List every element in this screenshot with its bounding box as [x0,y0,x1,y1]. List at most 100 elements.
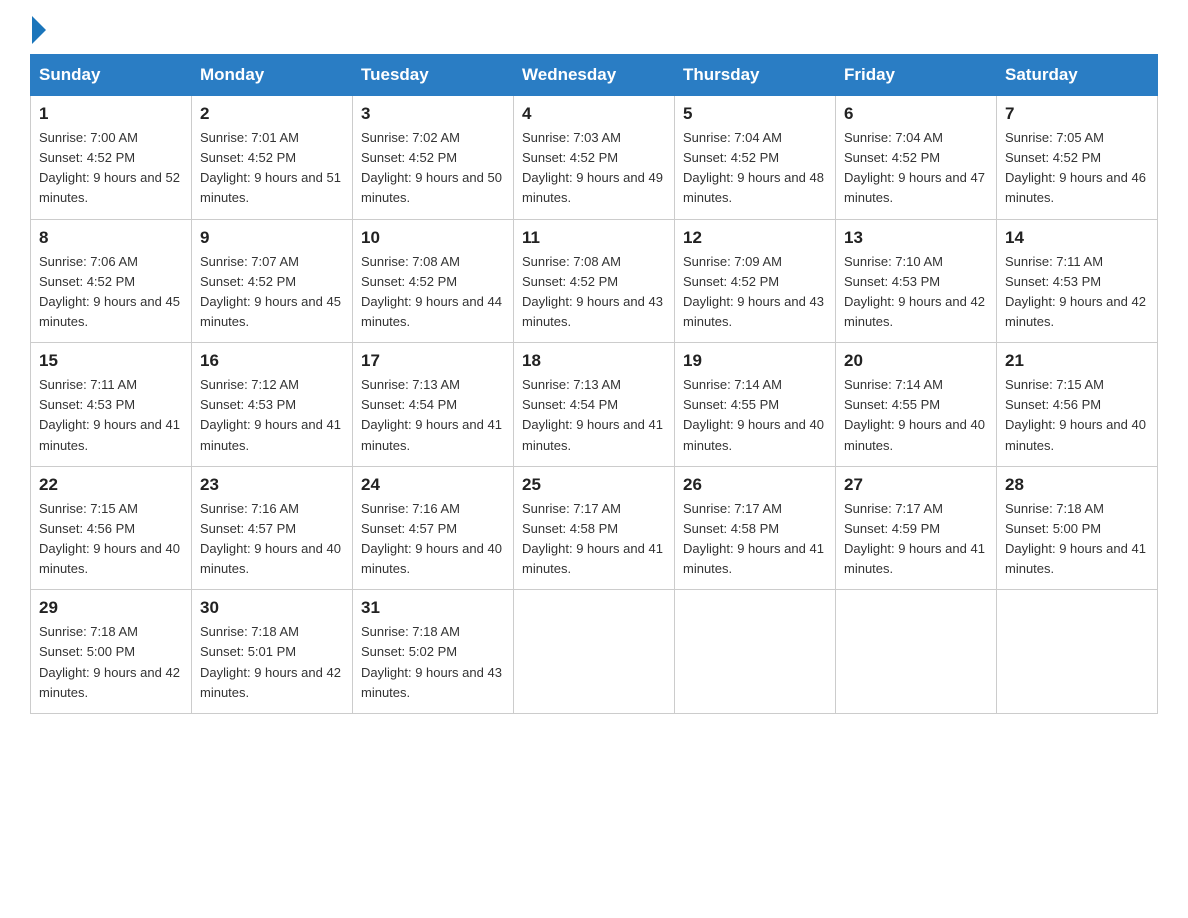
calendar-day-cell: 31 Sunrise: 7:18 AMSunset: 5:02 PMDaylig… [353,590,514,714]
page-header [30,20,1158,36]
day-number: 13 [844,228,988,248]
day-info: Sunrise: 7:18 AMSunset: 5:00 PMDaylight:… [1005,499,1149,580]
calendar-day-cell: 29 Sunrise: 7:18 AMSunset: 5:00 PMDaylig… [31,590,192,714]
weekday-header-row: SundayMondayTuesdayWednesdayThursdayFrid… [31,55,1158,96]
day-number: 29 [39,598,183,618]
weekday-header-monday: Monday [192,55,353,96]
calendar-day-cell: 30 Sunrise: 7:18 AMSunset: 5:01 PMDaylig… [192,590,353,714]
day-info: Sunrise: 7:16 AMSunset: 4:57 PMDaylight:… [361,499,505,580]
day-info: Sunrise: 7:06 AMSunset: 4:52 PMDaylight:… [39,252,183,333]
calendar-week-row: 22 Sunrise: 7:15 AMSunset: 4:56 PMDaylig… [31,466,1158,590]
day-number: 7 [1005,104,1149,124]
day-info: Sunrise: 7:07 AMSunset: 4:52 PMDaylight:… [200,252,344,333]
day-number: 22 [39,475,183,495]
calendar-day-cell: 21 Sunrise: 7:15 AMSunset: 4:56 PMDaylig… [997,343,1158,467]
day-info: Sunrise: 7:13 AMSunset: 4:54 PMDaylight:… [361,375,505,456]
calendar-day-cell: 7 Sunrise: 7:05 AMSunset: 4:52 PMDayligh… [997,96,1158,220]
day-info: Sunrise: 7:17 AMSunset: 4:59 PMDaylight:… [844,499,988,580]
day-info: Sunrise: 7:08 AMSunset: 4:52 PMDaylight:… [522,252,666,333]
day-info: Sunrise: 7:18 AMSunset: 5:00 PMDaylight:… [39,622,183,703]
day-number: 12 [683,228,827,248]
day-info: Sunrise: 7:03 AMSunset: 4:52 PMDaylight:… [522,128,666,209]
calendar-day-cell: 13 Sunrise: 7:10 AMSunset: 4:53 PMDaylig… [836,219,997,343]
day-number: 16 [200,351,344,371]
day-number: 23 [200,475,344,495]
day-number: 21 [1005,351,1149,371]
day-info: Sunrise: 7:17 AMSunset: 4:58 PMDaylight:… [522,499,666,580]
day-number: 8 [39,228,183,248]
calendar-week-row: 29 Sunrise: 7:18 AMSunset: 5:00 PMDaylig… [31,590,1158,714]
calendar-empty-cell [997,590,1158,714]
day-number: 27 [844,475,988,495]
day-info: Sunrise: 7:16 AMSunset: 4:57 PMDaylight:… [200,499,344,580]
calendar-day-cell: 9 Sunrise: 7:07 AMSunset: 4:52 PMDayligh… [192,219,353,343]
day-info: Sunrise: 7:00 AMSunset: 4:52 PMDaylight:… [39,128,183,209]
day-number: 6 [844,104,988,124]
day-number: 31 [361,598,505,618]
day-number: 1 [39,104,183,124]
calendar-day-cell: 26 Sunrise: 7:17 AMSunset: 4:58 PMDaylig… [675,466,836,590]
calendar-day-cell: 19 Sunrise: 7:14 AMSunset: 4:55 PMDaylig… [675,343,836,467]
calendar-day-cell: 5 Sunrise: 7:04 AMSunset: 4:52 PMDayligh… [675,96,836,220]
day-info: Sunrise: 7:12 AMSunset: 4:53 PMDaylight:… [200,375,344,456]
weekday-header-sunday: Sunday [31,55,192,96]
day-info: Sunrise: 7:09 AMSunset: 4:52 PMDaylight:… [683,252,827,333]
calendar-week-row: 1 Sunrise: 7:00 AMSunset: 4:52 PMDayligh… [31,96,1158,220]
day-info: Sunrise: 7:02 AMSunset: 4:52 PMDaylight:… [361,128,505,209]
weekday-header-tuesday: Tuesday [353,55,514,96]
logo [30,20,46,36]
calendar-day-cell: 16 Sunrise: 7:12 AMSunset: 4:53 PMDaylig… [192,343,353,467]
day-info: Sunrise: 7:10 AMSunset: 4:53 PMDaylight:… [844,252,988,333]
day-number: 28 [1005,475,1149,495]
calendar-day-cell: 27 Sunrise: 7:17 AMSunset: 4:59 PMDaylig… [836,466,997,590]
calendar-day-cell: 17 Sunrise: 7:13 AMSunset: 4:54 PMDaylig… [353,343,514,467]
calendar-day-cell: 8 Sunrise: 7:06 AMSunset: 4:52 PMDayligh… [31,219,192,343]
calendar-table: SundayMondayTuesdayWednesdayThursdayFrid… [30,54,1158,714]
day-info: Sunrise: 7:18 AMSunset: 5:02 PMDaylight:… [361,622,505,703]
day-info: Sunrise: 7:18 AMSunset: 5:01 PMDaylight:… [200,622,344,703]
day-number: 3 [361,104,505,124]
day-number: 4 [522,104,666,124]
day-info: Sunrise: 7:17 AMSunset: 4:58 PMDaylight:… [683,499,827,580]
day-number: 2 [200,104,344,124]
calendar-week-row: 8 Sunrise: 7:06 AMSunset: 4:52 PMDayligh… [31,219,1158,343]
calendar-day-cell: 14 Sunrise: 7:11 AMSunset: 4:53 PMDaylig… [997,219,1158,343]
calendar-day-cell: 10 Sunrise: 7:08 AMSunset: 4:52 PMDaylig… [353,219,514,343]
day-info: Sunrise: 7:13 AMSunset: 4:54 PMDaylight:… [522,375,666,456]
day-number: 11 [522,228,666,248]
calendar-day-cell: 23 Sunrise: 7:16 AMSunset: 4:57 PMDaylig… [192,466,353,590]
day-info: Sunrise: 7:04 AMSunset: 4:52 PMDaylight:… [683,128,827,209]
day-info: Sunrise: 7:04 AMSunset: 4:52 PMDaylight:… [844,128,988,209]
calendar-empty-cell [836,590,997,714]
day-number: 15 [39,351,183,371]
day-number: 25 [522,475,666,495]
calendar-day-cell: 20 Sunrise: 7:14 AMSunset: 4:55 PMDaylig… [836,343,997,467]
day-number: 5 [683,104,827,124]
calendar-day-cell: 28 Sunrise: 7:18 AMSunset: 5:00 PMDaylig… [997,466,1158,590]
day-number: 19 [683,351,827,371]
day-number: 30 [200,598,344,618]
day-info: Sunrise: 7:11 AMSunset: 4:53 PMDaylight:… [39,375,183,456]
day-info: Sunrise: 7:05 AMSunset: 4:52 PMDaylight:… [1005,128,1149,209]
day-info: Sunrise: 7:11 AMSunset: 4:53 PMDaylight:… [1005,252,1149,333]
day-number: 26 [683,475,827,495]
calendar-empty-cell [675,590,836,714]
calendar-day-cell: 1 Sunrise: 7:00 AMSunset: 4:52 PMDayligh… [31,96,192,220]
day-info: Sunrise: 7:08 AMSunset: 4:52 PMDaylight:… [361,252,505,333]
logo-triangle-icon [32,16,46,44]
day-info: Sunrise: 7:15 AMSunset: 4:56 PMDaylight:… [1005,375,1149,456]
day-number: 10 [361,228,505,248]
calendar-day-cell: 6 Sunrise: 7:04 AMSunset: 4:52 PMDayligh… [836,96,997,220]
day-number: 18 [522,351,666,371]
weekday-header-friday: Friday [836,55,997,96]
calendar-day-cell: 2 Sunrise: 7:01 AMSunset: 4:52 PMDayligh… [192,96,353,220]
calendar-day-cell: 22 Sunrise: 7:15 AMSunset: 4:56 PMDaylig… [31,466,192,590]
weekday-header-wednesday: Wednesday [514,55,675,96]
calendar-day-cell: 15 Sunrise: 7:11 AMSunset: 4:53 PMDaylig… [31,343,192,467]
day-info: Sunrise: 7:15 AMSunset: 4:56 PMDaylight:… [39,499,183,580]
calendar-day-cell: 18 Sunrise: 7:13 AMSunset: 4:54 PMDaylig… [514,343,675,467]
calendar-empty-cell [514,590,675,714]
day-number: 14 [1005,228,1149,248]
calendar-day-cell: 3 Sunrise: 7:02 AMSunset: 4:52 PMDayligh… [353,96,514,220]
weekday-header-thursday: Thursday [675,55,836,96]
